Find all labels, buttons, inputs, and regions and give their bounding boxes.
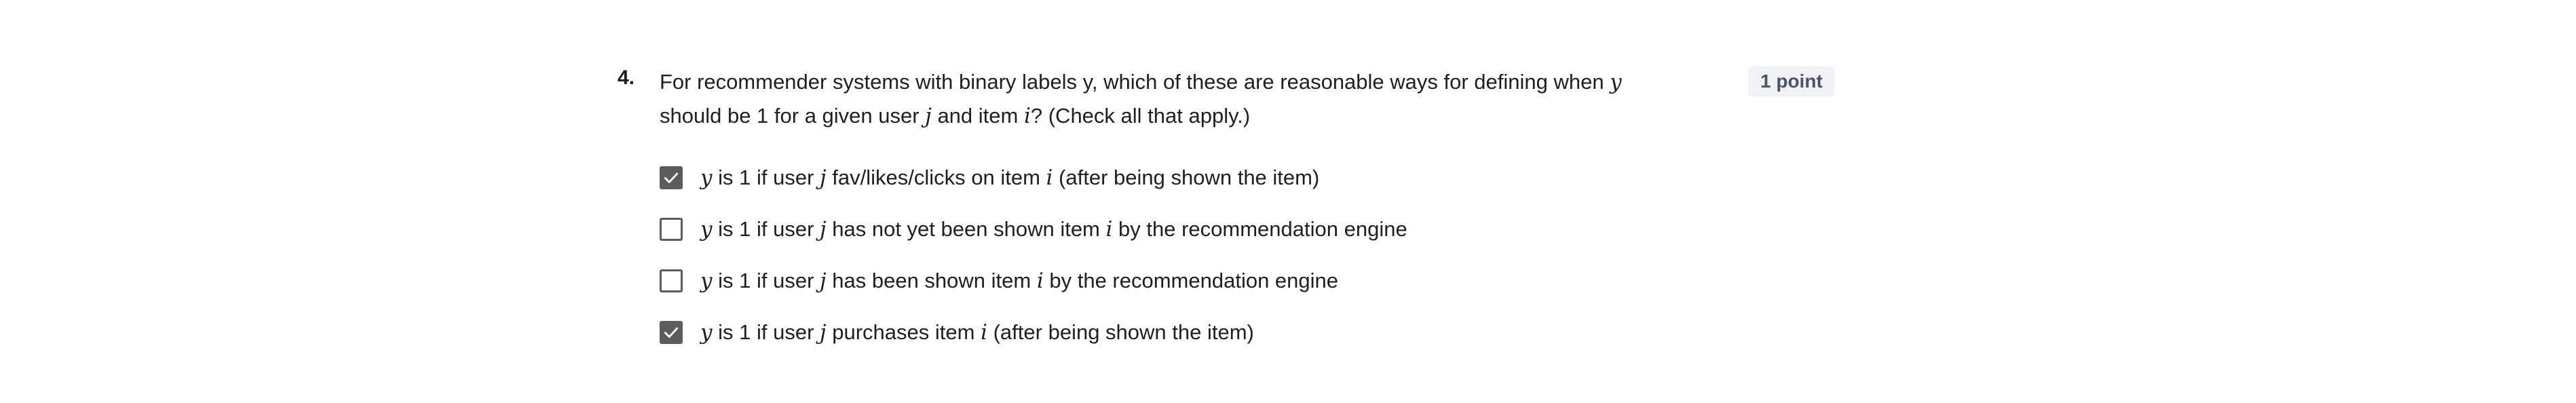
answer-option-2[interactable]: y is 1 if user j has not yet been shown … (660, 204, 1678, 255)
checkbox-option-3[interactable] (660, 269, 683, 292)
checkmark-icon (664, 327, 679, 338)
question-text: For recommender systems with binary labe… (660, 65, 1623, 133)
answer-option-1[interactable]: y is 1 if user j fav/likes/clicks on ite… (660, 152, 1678, 204)
math-var-i: i (1023, 104, 1031, 128)
option-text-part: by the recommendation engine (1043, 269, 1339, 292)
option-text-part: is 1 if user (712, 269, 820, 292)
math-var-y: y (700, 166, 713, 190)
option-text-part: is 1 if user (712, 320, 820, 344)
checkbox-option-1[interactable] (660, 166, 683, 189)
math-var-i: i (1105, 217, 1113, 242)
math-var-y: y (700, 320, 713, 345)
option-label-1: y is 1 if user j fav/likes/clicks on ite… (700, 166, 1319, 190)
option-text-part: is 1 if user (712, 166, 820, 189)
option-text-part: (after being shown the item) (1053, 166, 1320, 189)
math-var-j: j (820, 320, 827, 345)
question-text-part: ? (Check all that apply.) (1030, 104, 1251, 128)
checkbox-option-4[interactable] (660, 321, 683, 344)
question-number: 4. (618, 66, 635, 89)
question-text-part: For recommender systems with binary labe… (660, 70, 1610, 94)
option-text-part: has not yet been shown item (826, 217, 1106, 241)
checkbox-option-2[interactable] (660, 218, 683, 241)
math-var-i: i (981, 320, 987, 345)
quiz-question: 4. For recommender systems with binary l… (618, 65, 1839, 364)
checkmark-icon (664, 172, 679, 183)
answer-option-3[interactable]: y is 1 if user j has been shown item i b… (660, 255, 1678, 307)
question-text-part: and item (931, 104, 1024, 128)
option-text-part: is 1 if user (712, 217, 820, 241)
option-text-part: (after being shown the item) (987, 320, 1254, 344)
option-text-part: by the recommendation engine (1112, 217, 1407, 241)
math-var-j: j (820, 166, 827, 190)
option-text-part: has been shown item (826, 269, 1037, 292)
math-var-i: i (1046, 166, 1053, 190)
math-var-j: j (820, 269, 827, 293)
answer-options: y is 1 if user j fav/likes/clicks on ite… (660, 152, 1678, 358)
math-var-y: y (700, 217, 713, 242)
math-var-j: j (925, 104, 932, 128)
option-label-2: y is 1 if user j has not yet been shown … (700, 217, 1407, 242)
math-var-y: y (1610, 70, 1622, 94)
points-badge: 1 point (1748, 66, 1835, 96)
answer-option-4[interactable]: y is 1 if user j purchases item i (after… (660, 307, 1678, 358)
question-text-part: should be 1 for a given user (660, 104, 926, 128)
math-var-i: i (1036, 269, 1044, 293)
math-var-y: y (700, 269, 713, 293)
math-var-j: j (820, 217, 827, 242)
option-label-4: y is 1 if user j purchases item i (after… (700, 320, 1254, 345)
option-label-3: y is 1 if user j has been shown item i b… (700, 269, 1338, 293)
option-text-part: purchases item (826, 320, 981, 344)
option-text-part: fav/likes/clicks on item (826, 166, 1046, 189)
